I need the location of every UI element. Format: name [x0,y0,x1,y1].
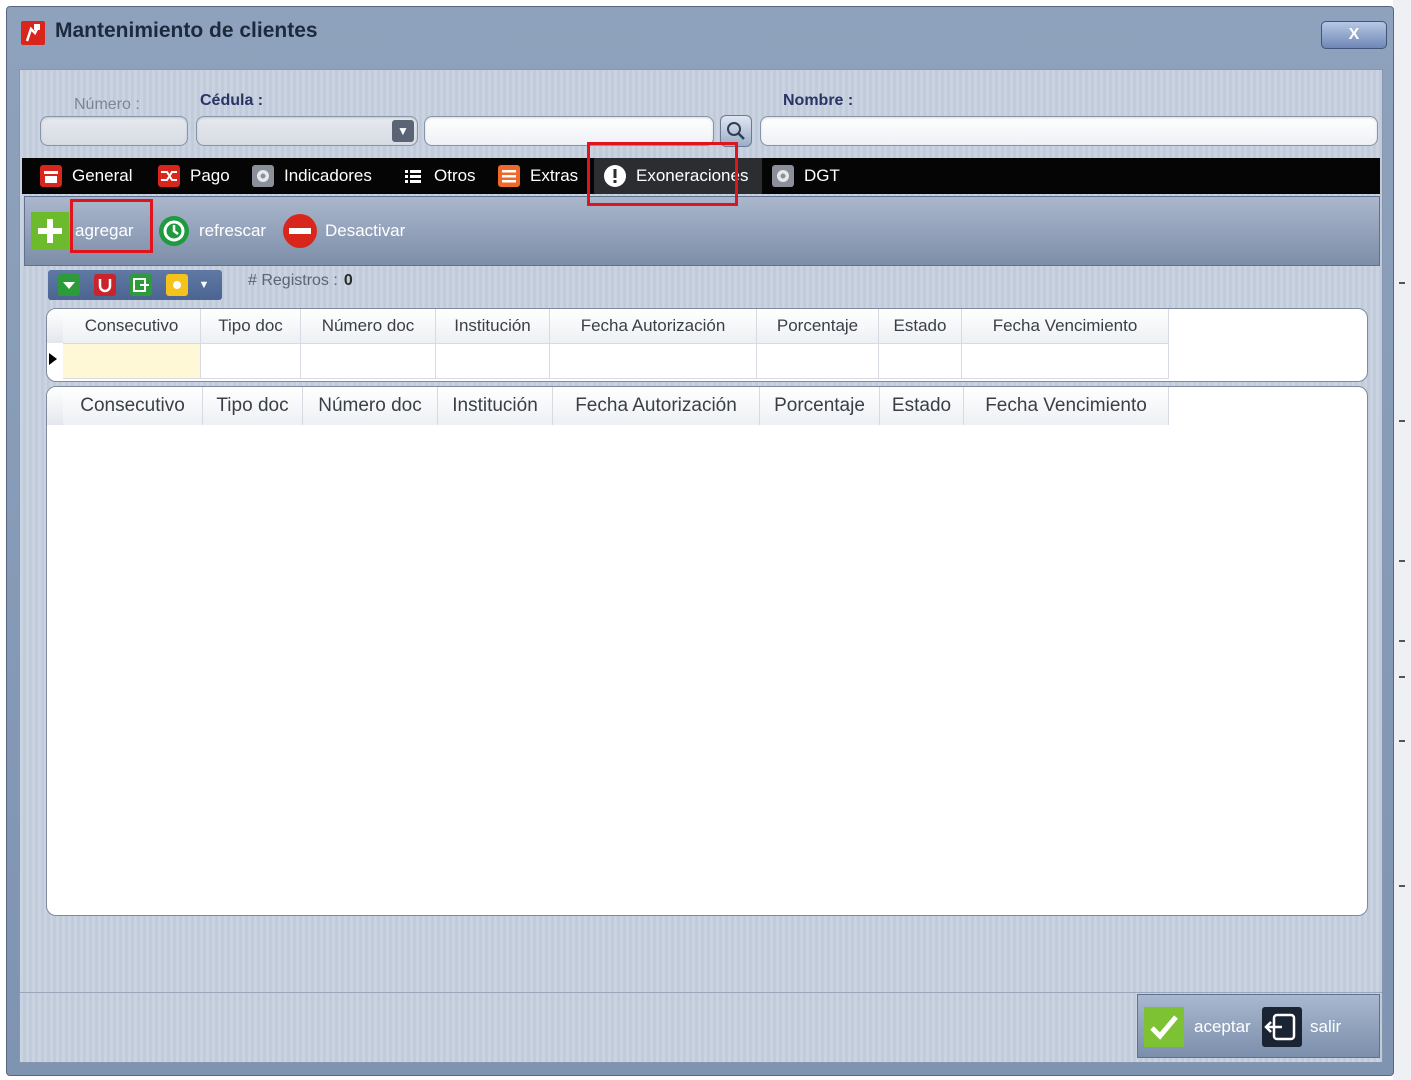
cell-porcentaje[interactable] [757,343,879,379]
tab-pago[interactable]: Pago [158,158,230,194]
cell-consecutivo[interactable] [63,343,201,379]
app-icon [21,21,45,45]
tab-extras[interactable]: Extras [498,158,578,194]
chevron-down-icon[interactable]: ▼ [194,274,214,296]
gear-icon [772,165,794,187]
background-mark [1399,420,1405,422]
dialog-buttons: aceptar salir [1137,994,1380,1058]
tab-label: Otros [434,166,476,185]
numero-label: Número : [74,96,140,113]
title-bar[interactable]: Mantenimiento de clientes X [7,7,1393,59]
exit-icon [1262,1007,1302,1047]
col-header-consecutivo[interactable]: Consecutivo [63,387,203,425]
col-header-institucion[interactable]: Institución [438,387,553,425]
row-pointer-icon [49,353,57,365]
background-mark [1399,740,1405,742]
grid-corner [47,309,63,343]
cell-estado[interactable] [879,343,962,379]
nombre-input[interactable] [760,116,1378,146]
tab-general[interactable]: General [40,158,132,194]
nombre-label: Nombre : [783,92,854,109]
tab-label: Extras [530,166,579,185]
sun-icon[interactable] [166,274,188,296]
col-header-fecha-autorizacion[interactable]: Fecha Autorización [553,387,760,425]
col-header-porcentaje[interactable]: Porcentaje [760,387,880,425]
close-button[interactable]: X [1321,21,1387,49]
col-header-tipo-doc[interactable]: Tipo doc [203,387,303,425]
record-count-value: 0 [343,272,353,289]
window-title: Mantenimiento de clientes [55,19,318,42]
col-header-numero-doc[interactable]: Número doc [301,309,436,343]
grid-tools: ▼ [48,270,222,300]
store-icon [40,165,62,187]
col-header-porcentaje[interactable]: Porcentaje [757,309,879,343]
cell-institucion[interactable] [436,343,550,379]
shuffle-icon [158,165,180,187]
exit-label: salir [1310,1017,1342,1036]
table-row[interactable] [63,343,1169,379]
cell-fecha-autorizacion[interactable] [550,343,757,379]
deactivate-button[interactable]: Desactivar [281,211,405,251]
tab-label: General [72,166,133,185]
background-mark [1399,560,1405,562]
background-mark [1399,282,1405,284]
background-mark [1399,885,1405,887]
chevron-down-icon[interactable]: ▼ [392,120,414,142]
col-header-estado[interactable]: Estado [880,387,964,425]
tab-dgt[interactable]: DGT [772,158,840,194]
action-toolbar: agregar refrescar Desactivar [24,196,1380,266]
accept-button[interactable]: aceptar [1144,1007,1251,1047]
plus-icon [31,212,69,250]
col-header-tipo-doc[interactable]: Tipo doc [201,309,301,343]
highlight-exoneraciones-tab [587,142,738,206]
highlight-add-button [70,199,153,253]
grid-header: Consecutivo Tipo doc Número doc Instituc… [63,387,1169,425]
col-header-institucion[interactable]: Institución [436,309,550,343]
refresh-button[interactable]: refrescar [155,211,266,251]
tab-label: DGT [804,166,840,185]
cell-numero-doc[interactable] [301,343,436,379]
background-mark [1399,640,1405,642]
cell-tipo-doc[interactable] [201,343,301,379]
refresh-icon [155,212,193,250]
background-app-edge [1393,0,1411,1080]
exit-grid-icon[interactable] [130,274,152,296]
tab-label: Pago [190,166,230,185]
check-icon [1144,1007,1184,1047]
cedula-label: Cédula : [200,92,264,109]
tab-label: Indicadores [284,166,372,185]
exemptions-grid[interactable]: Consecutivo Tipo doc Número doc Instituc… [46,386,1368,916]
record-count-label: # Registros : [248,272,338,289]
col-header-numero-doc[interactable]: Número doc [303,387,438,425]
list-icon [498,165,520,187]
exemptions-grid-edit[interactable]: Consecutivo Tipo doc Número doc Instituc… [46,308,1368,382]
col-header-fecha-vencimiento[interactable]: Fecha Vencimiento [962,309,1169,343]
background-mark [1399,676,1405,678]
col-header-fecha-vencimiento[interactable]: Fecha Vencimiento [964,387,1169,425]
grid-corner [47,387,63,425]
col-header-consecutivo[interactable]: Consecutivo [63,309,201,343]
deactivate-label: Desactivar [325,221,406,240]
minus-circle-icon [281,212,319,250]
tab-otros[interactable]: Otros [402,158,476,194]
accept-label: aceptar [1194,1017,1251,1036]
numero-field[interactable] [40,116,188,146]
col-header-estado[interactable]: Estado [879,309,962,343]
window-content: Número : Cédula : Nombre : ▼ General Pag… [19,69,1383,1063]
exit-button[interactable]: salir [1262,1007,1341,1047]
gear-icon [252,165,274,187]
cell-fecha-vencimiento[interactable] [962,343,1169,379]
list-icon [402,165,424,187]
col-header-fecha-autorizacion[interactable]: Fecha Autorización [550,309,757,343]
refresh-label: refrescar [199,221,267,240]
tab-indicadores[interactable]: Indicadores [252,158,372,194]
record-count: # Registros : 0 [248,272,353,290]
magnet-icon[interactable] [94,274,116,296]
cedula-type-select[interactable]: ▼ [196,116,418,146]
grid-header: Consecutivo Tipo doc Número doc Instituc… [63,309,1169,343]
export-icon[interactable] [58,274,80,296]
